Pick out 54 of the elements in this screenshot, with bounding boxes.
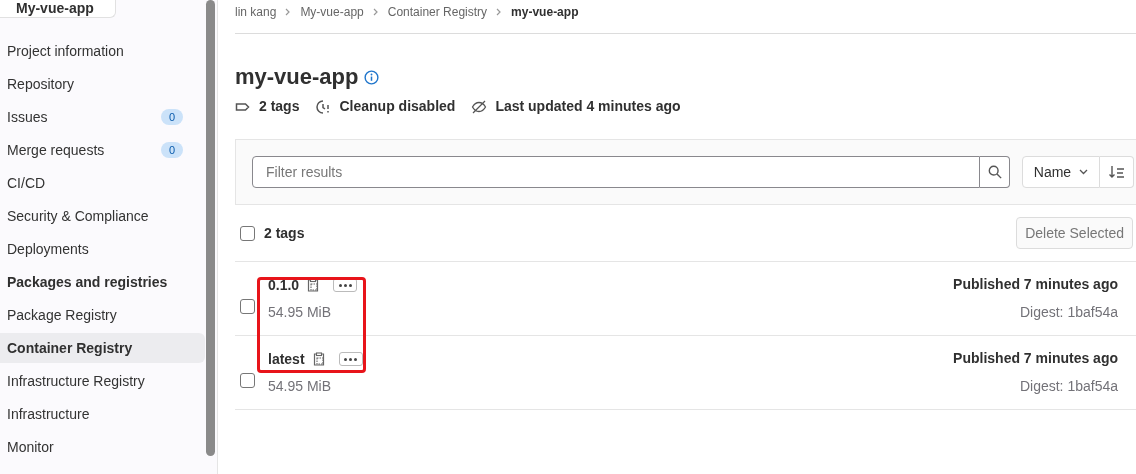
copy-icon[interactable]: [312, 352, 325, 366]
breadcrumb-link[interactable]: my-vue-app: [511, 3, 579, 21]
search-field[interactable]: Filter results: [252, 156, 980, 188]
search-icon[interactable]: [987, 165, 1002, 179]
sort-direction-icon: [1108, 165, 1125, 179]
count-badge: 0: [160, 142, 183, 158]
sidebar-item[interactable]: Infrastructure: [0, 399, 205, 429]
meta-text: 2 tags: [259, 97, 300, 116]
chevron-down-icon: [1079, 169, 1089, 175]
tag-name: latest: [268, 349, 305, 369]
clock-icon: [315, 98, 332, 115]
select-all-checkbox[interactable]: [240, 225, 255, 241]
sidebar-item[interactable]: Deployments: [0, 234, 205, 264]
sort-dropdown[interactable]: Name: [1022, 156, 1100, 188]
meta-text: Cleanup disabled: [339, 97, 456, 116]
breadcrumb-link[interactable]: My-vue-app: [300, 3, 364, 21]
chevron-icon: [372, 8, 379, 16]
sidebar-item[interactable]: Monitor: [0, 432, 205, 462]
sidebar-item[interactable]: Merge requests 0: [0, 135, 205, 165]
delete-selected-button[interactable]: Delete Selected: [1016, 217, 1133, 249]
tag-size: 54.95 MiB: [268, 303, 333, 322]
sidebar-item[interactable]: Container Registry: [0, 333, 205, 363]
chevron-icon: [496, 8, 503, 16]
tag-size: 54.95 MiB: [268, 377, 333, 396]
search-button[interactable]: [980, 156, 1010, 188]
page-title: my-vue-app: [235, 62, 359, 91]
project-header[interactable]: My-vue-app: [0, 0, 116, 18]
chevron-icon: [285, 8, 292, 16]
sidebar-item[interactable]: Infrastructure Registry: [0, 366, 205, 396]
info-icon[interactable]: [364, 69, 380, 85]
row-checkbox[interactable]: [240, 299, 255, 314]
count-badge: 0: [160, 109, 183, 125]
more-options-button[interactable]: [338, 352, 363, 366]
eye-slash-icon: [471, 98, 488, 115]
sort-direction-button[interactable]: [1100, 156, 1134, 188]
published-time: Published 7 minutes ago: [953, 349, 1118, 368]
meta-text: Last updated 4 minutes ago: [495, 97, 681, 116]
sidebar-item[interactable]: Repository: [0, 69, 205, 99]
sidebar-item[interactable]: CI/CD: [0, 168, 205, 198]
breadcrumb-link[interactable]: Container Registry: [387, 3, 488, 21]
breadcrumb-link[interactable]: lin kang: [235, 3, 277, 21]
tag-name: 0.1.0: [268, 275, 300, 295]
sidebar-item[interactable]: Security & Compliance: [0, 201, 205, 231]
published-time: Published 7 minutes ago: [953, 275, 1118, 294]
scrollbar[interactable]: [206, 0, 215, 456]
copy-icon[interactable]: [307, 278, 320, 292]
sidebar-item[interactable]: Issues 0: [0, 102, 205, 132]
sidebar-item[interactable]: Project information: [0, 36, 205, 66]
row-checkbox[interactable]: [240, 373, 255, 388]
sidebar-item[interactable]: Package Registry: [0, 300, 205, 330]
digest-text: Digest: 1baf54a: [1019, 377, 1118, 396]
digest-text: Digest: 1baf54a: [1019, 303, 1118, 322]
sidebar-item[interactable]: Packages and registries: [0, 267, 205, 297]
tag-count-label: 2 tags: [264, 223, 305, 243]
